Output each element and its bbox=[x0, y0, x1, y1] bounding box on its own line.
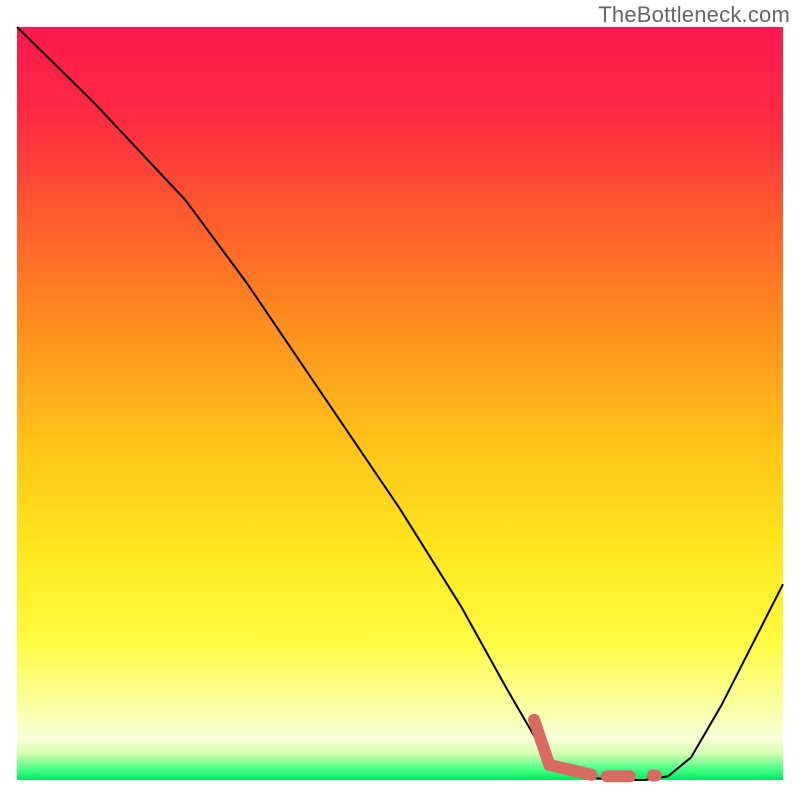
bottleneck-chart bbox=[0, 0, 800, 800]
watermark-text: TheBottleneck.com bbox=[598, 2, 790, 28]
chart-background bbox=[17, 27, 783, 780]
